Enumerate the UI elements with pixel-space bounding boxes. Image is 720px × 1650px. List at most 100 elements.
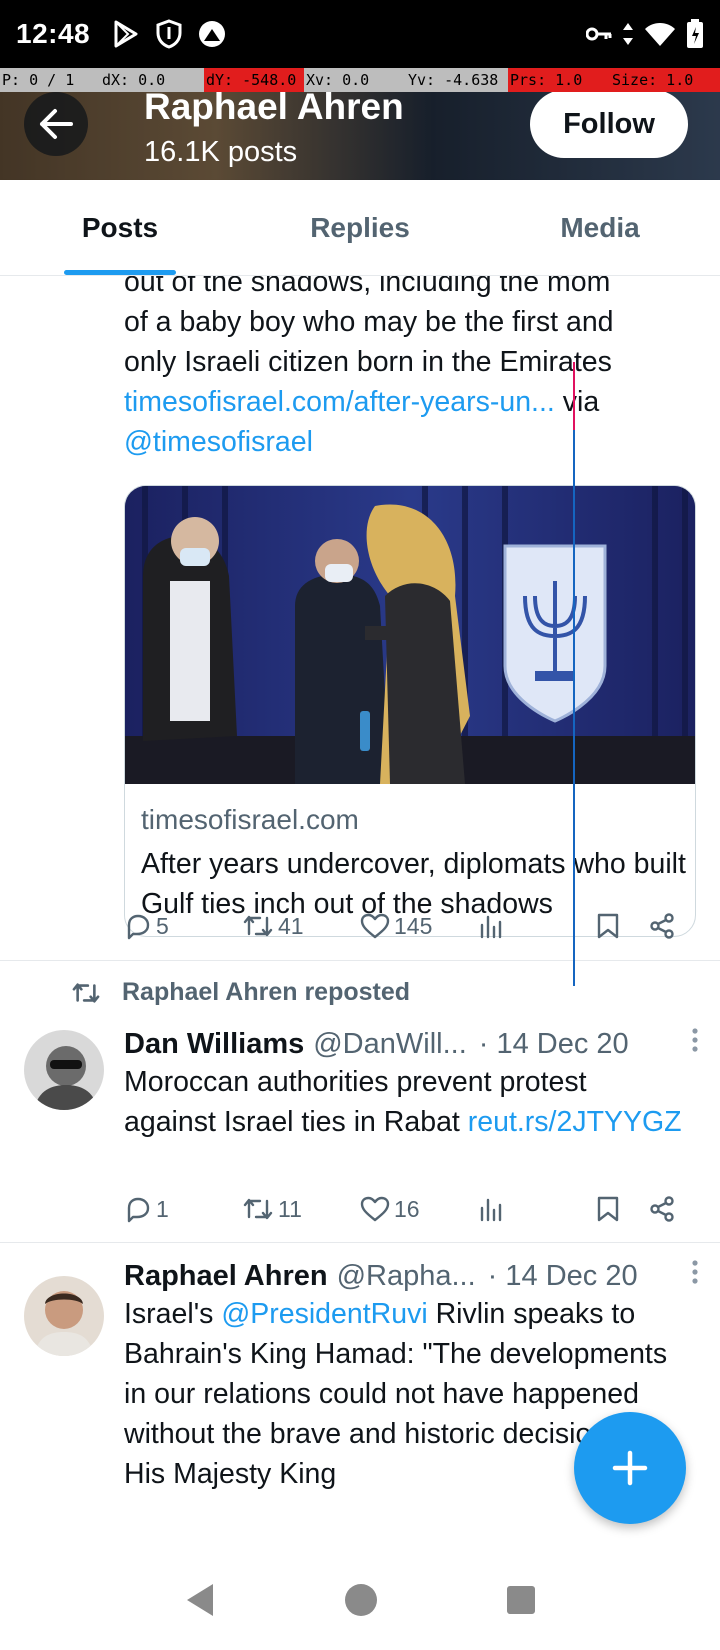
post3-author-handle[interactable]: @Rapha... [337,1260,476,1293]
post1-text: out of the shadows, including the mom of… [124,276,684,462]
post1-via: via [562,386,600,418]
reply-button[interactable]: 1 [124,1195,242,1223]
reply-count: 5 [156,912,169,939]
debug-size: Size: 1.0 [610,68,720,92]
timeline-feed[interactable]: out of the shadows, including the mom of… [0,276,720,1555]
analytics-icon [480,1198,502,1222]
debug-dy: dY: -548.0 [204,68,304,92]
bookmark-icon [597,913,619,939]
debug-pressure: Prs: 1.0 [508,68,610,92]
vpn-key-icon [586,26,612,42]
bookmark-button[interactable] [596,1195,648,1223]
post2-author-name[interactable]: Dan Williams [124,1028,304,1061]
play-store-icon [112,19,140,49]
post2-link[interactable]: reut.rs/2JTYYGZ [468,1106,682,1138]
post1-actions: 5 41 145 [124,906,684,946]
like-count: 145 [394,912,433,939]
repost-indicator: Raphael Ahren reposted [70,978,410,1007]
post1-mention-link[interactable]: @timesofisrael [124,426,313,458]
like-count: 16 [394,1195,420,1222]
post3-text-prefix: Israel's [124,1298,214,1330]
repost-icon [243,915,273,937]
back-arrow-icon [40,109,73,139]
heart-icon [360,913,390,939]
tab-posts[interactable]: Posts [0,180,240,275]
system-navigation-bar [0,1555,720,1650]
repost-indicator-label: Raphael Ahren reposted [122,978,411,1006]
reply-button[interactable]: 5 [124,912,242,940]
heart-icon [360,1196,390,1222]
repost-button[interactable]: 11 [242,1195,360,1223]
debug-dx: dX: 0.0 [100,68,204,92]
battery-icon [686,19,704,49]
views-button[interactable] [478,913,596,939]
post-divider [0,1242,720,1243]
post-divider [0,960,720,961]
bookmark-button[interactable] [596,912,648,940]
tab-media[interactable]: Media [480,180,720,275]
header-profile-name: Raphael Ahren [144,92,404,127]
home-circle-icon [345,1584,377,1616]
avatar[interactable] [24,1276,104,1356]
post2-date[interactable]: · 14 Dec 20 [479,1028,629,1061]
post3-date[interactable]: · 14 Dec 20 [488,1260,638,1293]
debug-yv: Yv: -4.638 [406,68,508,92]
post3-mention-link[interactable]: @PresidentRuvi [221,1298,427,1330]
more-options-icon[interactable] [691,1259,699,1293]
post3-header: Raphael Ahren @Rapha... · 14 Dec 20 [124,1256,699,1296]
profile-header: Raphael Ahren 16.1K posts Follow [0,92,720,180]
post1-text-line: only Israeli citizen born in the Emirate… [124,346,612,378]
app-notification-icon [198,20,226,48]
profile-tabs: Posts Replies Media [0,180,720,276]
compose-post-button[interactable] [574,1412,686,1524]
header-posts-count: 16.1K posts [144,136,298,168]
more-options-icon[interactable] [691,1027,699,1061]
tab-posts-label: Posts [81,211,159,243]
follow-button[interactable]: Follow [530,92,688,158]
share-button[interactable] [648,912,676,940]
plus-icon [612,1450,648,1486]
avatar[interactable] [24,1030,104,1110]
tab-media-label: Media [560,211,640,243]
recents-nav-button[interactable] [505,1584,537,1621]
tab-replies-label: Replies [310,211,410,243]
link-preview-domain: timesofisrael.com [141,804,359,835]
data-arrows-icon [622,22,634,46]
shield-icon [156,19,182,49]
repost-count: 11 [278,1195,302,1222]
share-button[interactable] [648,1195,676,1223]
views-button[interactable] [478,1196,596,1222]
back-button[interactable] [24,92,88,156]
recents-square-icon [507,1586,535,1614]
repost-count: 41 [278,912,304,939]
status-left-icons [112,19,226,49]
back-nav-button[interactable] [183,1581,217,1624]
link-preview-card[interactable]: timesofisrael.com After years undercover… [124,485,696,937]
reply-count: 1 [156,1195,169,1222]
like-button[interactable]: 16 [360,1196,478,1223]
tab-replies[interactable]: Replies [240,180,480,275]
post2-text: Moroccan authorities prevent protest aga… [124,1062,684,1142]
touch-trace-start [573,362,575,430]
post2-author-handle[interactable]: @DanWill... [313,1028,467,1061]
status-time: 12:48 [16,18,91,49]
post1-text-line: out of the shadows, including the mom [124,276,611,298]
link-preview-image [125,486,695,784]
active-tab-indicator [64,270,176,275]
share-icon [650,1196,674,1222]
repost-button[interactable]: 41 [242,912,360,940]
post2-header: Dan Williams @DanWill... · 14 Dec 20 [124,1024,699,1064]
touch-trace-line [573,362,575,986]
bookmark-icon [597,1196,619,1222]
status-right-icons [586,19,704,49]
analytics-icon [480,915,502,939]
debug-xv: Xv: 0.0 [304,68,406,92]
post1-text-line: of a baby boy who may be the first and [124,306,614,338]
wifi-icon [644,21,676,47]
home-nav-button[interactable] [343,1582,379,1623]
post3-author-name[interactable]: Raphael Ahren [124,1260,328,1293]
status-bar: 12:48 [0,0,720,68]
like-button[interactable]: 145 [360,913,478,940]
reply-icon [127,1197,150,1223]
post1-article-link[interactable]: timesofisrael.com/after-years-un... [124,386,555,418]
